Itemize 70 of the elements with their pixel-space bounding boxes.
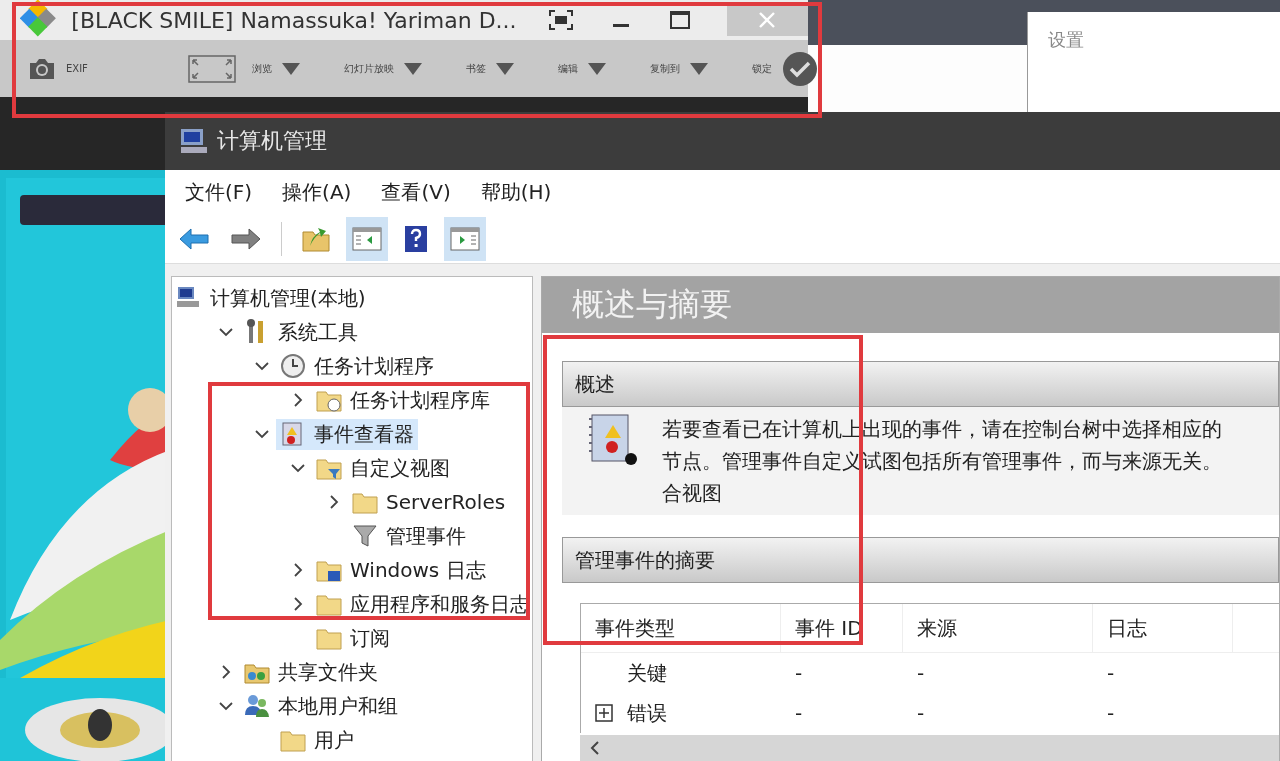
- tree-item[interactable]: 自定义视图: [312, 452, 454, 484]
- toolbar-menu[interactable]: 书签: [465, 61, 486, 76]
- lock-label[interactable]: 锁定: [751, 61, 772, 76]
- toolbar-menu[interactable]: 幻灯片放映: [343, 61, 394, 76]
- fit-screen-icon[interactable]: [187, 54, 236, 83]
- description-text: 节点。管理事件自定义试图包括所有管理事件，而与来源无关。: [662, 448, 1222, 475]
- tree-item[interactable]: 管理事件: [348, 520, 470, 552]
- description-text: 合视图: [662, 480, 723, 507]
- table-cell: -: [795, 661, 803, 685]
- column-header[interactable]: 来源: [903, 604, 1093, 652]
- table-cell: -: [795, 701, 803, 725]
- tree-item[interactable]: 事件查看器: [276, 418, 418, 450]
- table-cell: -: [917, 701, 925, 725]
- description-text: 若要查看已在计算机上出现的事件，请在控制台树中选择相应的: [662, 416, 1222, 443]
- tree-item[interactable]: 共享文件夹: [240, 656, 382, 688]
- horizontal-scrollbar[interactable]: [580, 735, 1279, 761]
- close-button[interactable]: [726, 4, 808, 36]
- tree-item[interactable]: 任务计划程序: [276, 350, 438, 382]
- exif-label[interactable]: EXIF: [66, 63, 88, 74]
- dropdown-icon[interactable]: [689, 62, 708, 75]
- dropdown-icon[interactable]: [495, 62, 514, 75]
- menu-item[interactable]: 文件(F): [185, 179, 253, 206]
- table-cell: 错误: [627, 699, 667, 727]
- table-cell: 关键: [627, 659, 667, 687]
- window-title: 计算机管理: [217, 127, 327, 155]
- table-cell: -: [1107, 661, 1115, 685]
- window-title: [BLACK SMILE] Namassuka! Yariman D...: [71, 7, 517, 33]
- tree-item[interactable]: Windows 日志: [312, 554, 490, 586]
- forward-arrow-icon[interactable]: [231, 227, 261, 251]
- back-arrow-icon[interactable]: [179, 227, 209, 251]
- dropdown-icon[interactable]: [403, 62, 422, 75]
- folder-up-icon[interactable]: [302, 226, 330, 252]
- section-header[interactable]: 概述: [562, 361, 1279, 407]
- show-tree-icon[interactable]: [352, 227, 382, 251]
- section-header[interactable]: 管理事件的摘要: [562, 537, 1279, 583]
- tree-item[interactable]: 用户: [276, 724, 358, 756]
- menu-item[interactable]: 查看(V): [381, 179, 451, 206]
- action-pane-button[interactable]: [444, 217, 486, 261]
- action-pane-icon[interactable]: [450, 227, 480, 251]
- pane-title: 概述与摘要: [572, 284, 732, 325]
- settings-title: 设置: [1048, 29, 1084, 50]
- menu-item[interactable]: 操作(A): [282, 179, 352, 206]
- expand-icon[interactable]: [595, 704, 613, 722]
- toolbar-menu[interactable]: 浏览: [251, 61, 272, 76]
- tree-item[interactable]: ServerRoles: [348, 487, 510, 517]
- help-icon[interactable]: [404, 225, 428, 253]
- users-icon: [244, 693, 270, 719]
- maximize-icon[interactable]: [668, 10, 691, 30]
- tree-item[interactable]: 任务计划程序库: [312, 384, 494, 416]
- tree-item[interactable]: 订阅: [312, 622, 394, 654]
- menu-item[interactable]: 帮助(H): [480, 179, 552, 206]
- computer-icon: [179, 126, 209, 156]
- dropdown-icon[interactable]: [587, 62, 606, 75]
- dropdown-icon[interactable]: [281, 62, 300, 75]
- checkmark-icon[interactable]: [781, 50, 818, 87]
- scroll-left-icon[interactable]: [590, 741, 600, 755]
- tree-item[interactable]: 本地用户和组: [240, 690, 402, 722]
- tree-item[interactable]: 系统工具: [240, 316, 362, 348]
- tree-item[interactable]: 计算机管理(本地): [172, 282, 370, 314]
- filter-icon: [352, 523, 378, 549]
- column-header[interactable]: 日志: [1093, 604, 1233, 652]
- table-cell: -: [917, 661, 925, 685]
- toolbar-menu[interactable]: 编辑: [557, 61, 578, 76]
- camera-icon[interactable]: [28, 56, 56, 81]
- table-cell: -: [1107, 701, 1115, 725]
- clock-icon: [280, 353, 306, 379]
- show-tree-button[interactable]: [346, 217, 388, 261]
- column-header[interactable]: 事件类型: [581, 604, 781, 652]
- toolbar-menu[interactable]: 复制到: [649, 61, 680, 76]
- fullscreen-icon[interactable]: [548, 10, 573, 30]
